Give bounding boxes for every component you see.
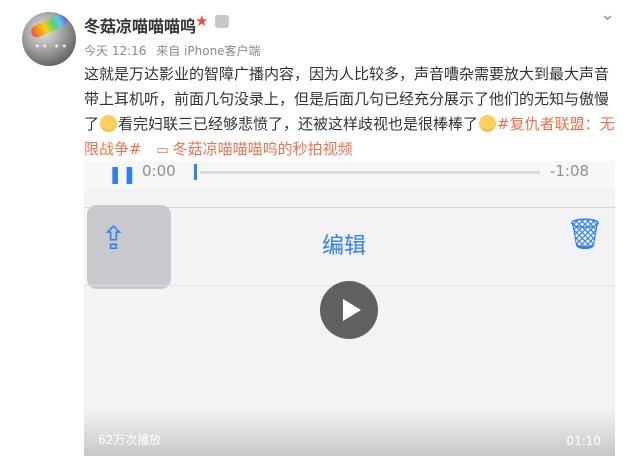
audio-time-remaining: -1:08 — [550, 162, 590, 180]
star-icon: ★ — [195, 12, 209, 30]
view-count: 62万次播放 — [98, 433, 162, 447]
play-icon — [343, 299, 361, 321]
play-button[interactable] — [320, 281, 378, 339]
pause-icon: ❚❚ — [108, 165, 137, 185]
audio-time-elapsed: 0:00 — [142, 162, 176, 180]
avatar-rainbow — [29, 12, 69, 40]
post-content: 这就是万达影业的智障广播内容，因为人比较多，声音嘈杂需要放大到最大声音 带上耳机… — [84, 62, 624, 163]
trash-icon: 🗑 — [566, 217, 605, 252]
content-line-1: 这就是万达影业的智障广播内容，因为人比较多，声音嘈杂需要放大到最大声音 — [84, 65, 610, 83]
username[interactable]: 冬菇凉喵喵喵呜 — [84, 13, 196, 37]
content-line-4: 限战争# ▭ 冬菇凉喵喵喵呜的秒拍视频 — [84, 137, 624, 163]
content-line-3: 了看完妇联三已经够悲愤了，还被这样歧视也是很棒棒了 #复仇者联盟：无 — [84, 112, 624, 137]
audio-bar: ❚❚ 0:00 -1:08 — [84, 161, 615, 189]
audio-track — [200, 171, 540, 174]
avatar[interactable]: •• •• — [22, 12, 76, 66]
hashtag-link[interactable]: #复仇者联盟：无 — [497, 115, 615, 133]
video-link[interactable]: 冬菇凉喵喵喵呜的秒拍视频 — [173, 140, 353, 158]
chevron-down-icon[interactable]: ⌄ — [600, 4, 615, 25]
avatar-glyph: •• •• — [34, 40, 69, 53]
content-line-2: 带上耳机听，前面几句没录上，但是后面几句已经充分展示了他们的无知与傲慢 — [84, 90, 610, 108]
video-player[interactable]: ❚❚ 0:00 -1:08 ⇪ 编辑 🗑 62万次播放 01:10 — [84, 161, 615, 456]
smile-emoji — [100, 115, 118, 132]
medal-icon — [215, 15, 229, 28]
content-line-3b: 看完妇联三已经够悲愤了，还被这样歧视也是很棒棒了 — [118, 115, 479, 133]
share-icon: ⇪ — [100, 219, 127, 257]
post-time: 今天 12:16 — [84, 44, 147, 58]
post-source: 来自 iPhone客户端 — [156, 44, 261, 58]
hashtag-link-continued[interactable]: 限战争# — [84, 140, 142, 158]
smile-emoji — [479, 115, 497, 132]
video-duration: 01:10 — [566, 434, 601, 448]
video-camera-icon: ▭ — [156, 143, 169, 158]
edit-label: 编辑 — [322, 234, 367, 259]
content-line-3a: 了 — [84, 115, 100, 133]
scrubber-cursor — [194, 164, 197, 180]
post-meta: 今天 12:16 来自 iPhone客户端 — [84, 42, 267, 59]
video-bottom-gradient — [84, 408, 615, 456]
